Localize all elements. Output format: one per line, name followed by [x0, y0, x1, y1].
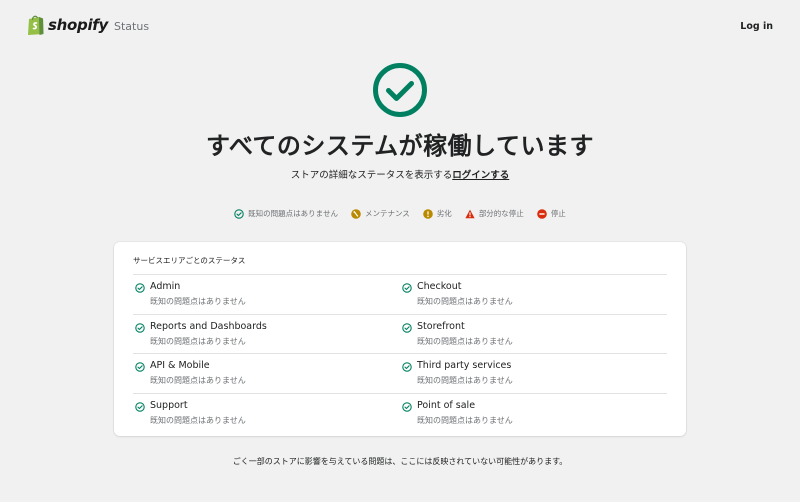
- check-circle-icon: [135, 362, 145, 372]
- check-circle-icon: [135, 283, 145, 293]
- legend-label: 部分的な停止: [478, 209, 524, 218]
- service-status: 既知の問題点はありません: [417, 376, 513, 385]
- brand-suffix: Status: [114, 20, 150, 33]
- service-status: 既知の問題点はありません: [150, 376, 246, 385]
- degraded-icon: [423, 208, 433, 219]
- status-legend: 既知の問題点はありません メンテナンス 劣化 部分的な停止 停止: [0, 208, 800, 219]
- check-circle-icon: [135, 322, 145, 333]
- services-row: Admin 既知の問題点はありません Checkout 既知の問題点はありません: [133, 274, 667, 314]
- service-checkout: Checkout 既知の問題点はありません: [400, 275, 667, 314]
- service-storefront: Storefront 既知の問題点はありません: [400, 315, 667, 354]
- service-status: 既知の問題点はありません: [417, 415, 513, 425]
- services-grid: Admin 既知の問題点はありません Checkout 既知の問題点はありません…: [133, 274, 667, 432]
- service-status: 既知の問題点はありません: [150, 415, 246, 425]
- service-name: Reports and Dashboards: [150, 320, 267, 332]
- check-circle-icon: [402, 362, 412, 372]
- service-name: Support: [150, 399, 188, 411]
- services-status-card: サービスエリアごとのステータス Admin 既知の問題点はありません Check…: [114, 242, 686, 436]
- card-title: サービスエリアごとのステータス: [133, 256, 246, 265]
- footer-note: ごく一部のストアに影響を与えている問題は、ここには反映されていない可能性がありま…: [232, 457, 568, 466]
- legend-label: 停止: [550, 209, 566, 218]
- service-name: Admin: [150, 281, 181, 292]
- legend-item-maintenance: メンテナンス: [351, 208, 410, 219]
- stop-icon: [537, 208, 547, 219]
- service-third-party: Third party services 既知の問題点はありません: [400, 354, 667, 393]
- legend-label: 劣化: [436, 209, 452, 218]
- login-to-view-link[interactable]: ログインする: [452, 170, 509, 181]
- service-status: 既知の問題点はありません: [150, 297, 246, 306]
- service-support: Support 既知の問題点はありません: [133, 394, 400, 433]
- service-api-mobile: API & Mobile 既知の問題点はありません: [133, 354, 400, 393]
- legend-label: 既知の問題点はありません: [248, 209, 338, 218]
- service-status: 既知の問題点はありません: [417, 336, 513, 346]
- service-status: 既知の問題点はありません: [150, 336, 246, 346]
- shopify-logo[interactable]: shopify Status: [27, 14, 149, 36]
- service-name: API & Mobile: [150, 360, 210, 371]
- site-header: shopify Status Log in: [0, 0, 800, 56]
- service-name: Third party services: [417, 360, 512, 371]
- service-point-of-sale: Point of sale 既知の問題点はありません: [400, 394, 667, 433]
- service-reports-dashboards: Reports and Dashboards 既知の問題点はありません: [133, 315, 400, 354]
- hero-subtitle-text: ストアの詳細なステータスを表示する: [290, 170, 453, 181]
- check-circle-icon: [373, 63, 427, 117]
- shopify-bag-icon: [28, 15, 44, 35]
- service-name: Point of sale: [417, 399, 476, 411]
- service-name: Storefront: [417, 320, 465, 332]
- wrench-icon: [351, 208, 361, 219]
- warning-triangle-icon: [465, 209, 475, 218]
- page-title: すべてのシステムが稼働しています: [206, 132, 594, 160]
- service-name: Checkout: [417, 281, 462, 292]
- legend-item-partial-outage: 部分的な停止: [465, 208, 524, 219]
- service-status: 既知の問題点はありません: [417, 297, 513, 306]
- brand-name: shopify: [48, 16, 108, 34]
- check-circle-icon: [402, 401, 412, 412]
- service-admin: Admin 既知の問題点はありません: [133, 275, 400, 314]
- legend-label: メンテナンス: [364, 209, 410, 218]
- check-circle-icon: [402, 283, 412, 293]
- login-link[interactable]: Log in: [740, 21, 773, 32]
- legend-item-operational: 既知の問題点はありません: [234, 208, 338, 219]
- legend-item-outage: 停止: [537, 208, 566, 219]
- services-row: Support 既知の問題点はありません Point of sale 既知の問題…: [133, 392, 667, 433]
- services-row: Reports and Dashboards 既知の問題点はありません Stor…: [133, 313, 667, 354]
- check-circle-icon: [135, 401, 145, 412]
- check-circle-icon: [234, 208, 244, 219]
- hero-subtitle: ストアの詳細なステータスを表示するログインする: [0, 167, 800, 181]
- check-circle-icon: [402, 322, 412, 333]
- services-row: API & Mobile 既知の問題点はありません Third party se…: [133, 353, 667, 393]
- legend-item-degraded: 劣化: [423, 208, 452, 219]
